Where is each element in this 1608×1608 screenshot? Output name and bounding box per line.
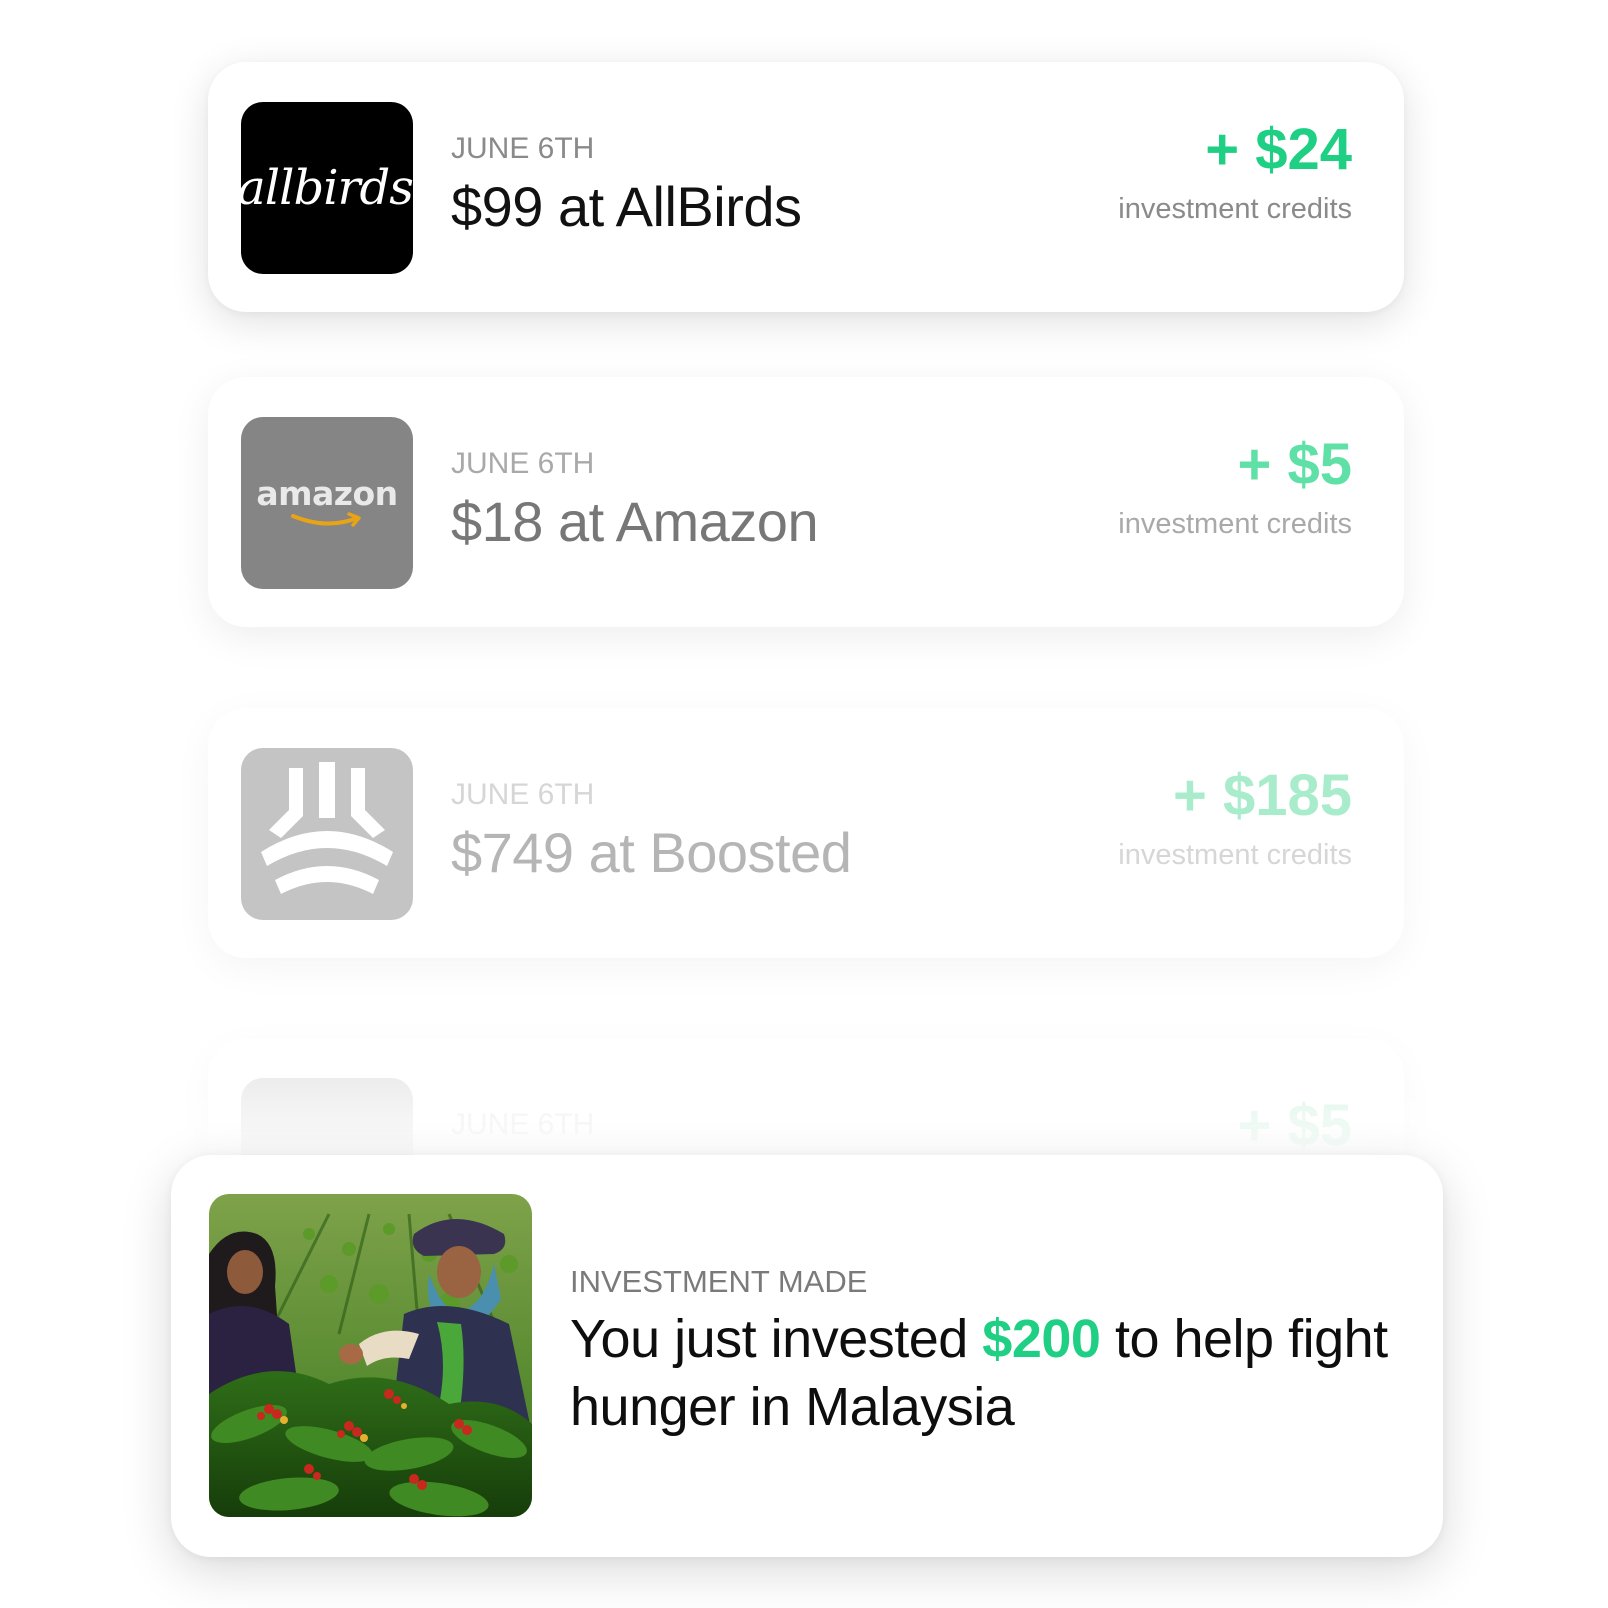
allbirds-logo: allbirds [241,102,413,274]
amazon-logo-text: amazon [256,473,398,513]
transaction-date: JUNE 6TH [451,447,595,480]
amazon-logo: amazon [241,417,413,589]
allbirds-logo-text: allbirds [241,160,413,216]
transaction-card-amazon[interactable]: amazon JUNE 6TH $18 at Amazon + $5 inves… [208,377,1404,627]
credit-amount: + $5 [1237,1093,1353,1158]
invested-amount: $200 [982,1309,1101,1369]
transaction-title: $749 at Boosted [451,821,852,884]
amazon-smile-icon [291,511,361,527]
credit-amount: + $185 [1172,763,1352,828]
transaction-date: JUNE 6TH [451,1108,595,1141]
transaction-card-boosted[interactable]: JUNE 6TH $749 at Boosted + $185 investme… [208,708,1404,958]
transaction-title: $99 at AllBirds [451,175,802,238]
credit-amount: + $5 [1237,432,1353,497]
notification-message: You just invested $200 to help fight hun… [570,1305,1390,1441]
transactions-feed: allbirds JUNE 6TH $99 at AllBirds + $24 … [0,0,1608,1608]
transaction-date: JUNE 6TH [451,778,595,811]
boosted-logo-icon [261,762,393,894]
farmers-photo [209,1194,532,1517]
farmers-photo-image [209,1194,532,1517]
transaction-title: $18 at Amazon [451,490,819,553]
credit-label: investment credits [1118,193,1352,225]
transaction-date: JUNE 6TH [451,132,595,165]
investment-notification-card[interactable]: INVESTMENT MADE You just invested $200 t… [171,1155,1443,1557]
credit-label: investment credits [1118,508,1352,540]
notification-label: INVESTMENT MADE [570,1264,868,1299]
transaction-card-allbirds[interactable]: allbirds JUNE 6TH $99 at AllBirds + $24 … [208,62,1404,312]
credit-amount: + $24 [1205,117,1352,182]
boosted-logo [241,748,413,920]
notification-text-before: You just invested [570,1309,983,1369]
credit-label: investment credits [1118,839,1352,871]
